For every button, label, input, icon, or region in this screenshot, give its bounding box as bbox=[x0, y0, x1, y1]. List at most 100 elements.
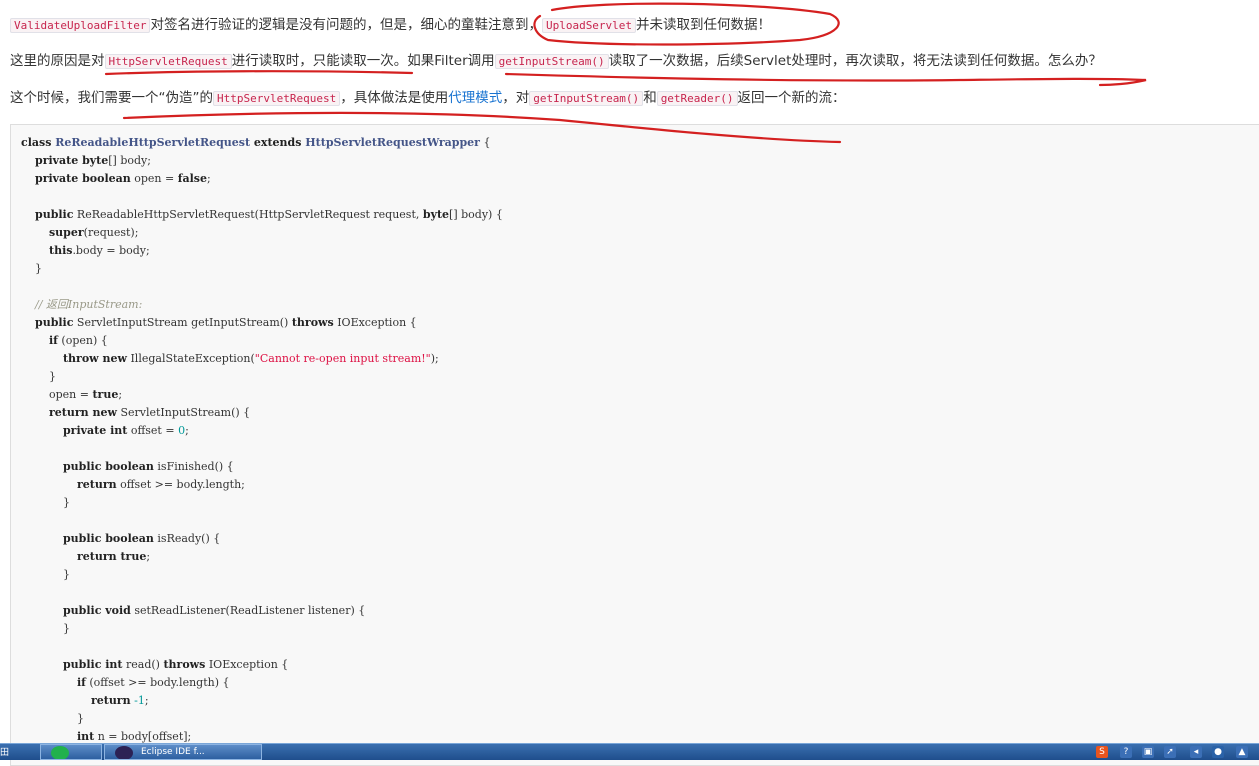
help-icon[interactable]: ? bbox=[1120, 746, 1132, 758]
inline-code: ValidateUploadFilter bbox=[10, 18, 151, 33]
code-token: super bbox=[48, 226, 84, 239]
code-token: ServletInputStream() { bbox=[116, 406, 251, 419]
code-token: isReady() { bbox=[153, 532, 221, 545]
code-token: return bbox=[76, 478, 117, 491]
start-button[interactable]: 田 bbox=[0, 745, 38, 760]
start-label: 田 bbox=[0, 748, 10, 758]
paragraph-text: 并未读取到任何数据！ bbox=[636, 17, 772, 33]
paragraph-3: 这个时候，我们需要一个“伪造”的 HttpServletRequest ，具体做法是… bbox=[10, 88, 1259, 109]
paragraph-1: ValidateUploadFilter 对签名进行验证的逻辑是没有问题的，但是，… bbox=[10, 15, 1259, 36]
code-token: ; bbox=[146, 550, 151, 563]
code-token: return new bbox=[48, 406, 117, 419]
code-token: setReadListener(ReadListener listener) { bbox=[130, 604, 366, 617]
paragraph-text: 对签名进行验证的逻辑是没有问题的，但是，细心的童鞋注意到， bbox=[150, 17, 542, 33]
code-token: ; bbox=[144, 694, 149, 707]
flag-icon[interactable]: ▲ bbox=[1236, 746, 1248, 758]
code-token: .body = body; bbox=[72, 244, 150, 257]
paragraph-text: 返回一个新的流： bbox=[737, 90, 846, 106]
iqiyi-icon bbox=[51, 746, 69, 759]
code-token: ; bbox=[206, 172, 211, 185]
code-token: true bbox=[92, 388, 119, 401]
code-token: public boolean bbox=[62, 460, 154, 473]
code-token: n = body[offset]; bbox=[94, 730, 192, 743]
paragraph-text: ，对 bbox=[502, 90, 530, 106]
code-token: if bbox=[48, 334, 58, 347]
code-token: offset >= body.length; bbox=[116, 478, 245, 491]
code-token: throws bbox=[291, 316, 334, 329]
paragraph-text: 读取了一次数据，后续Servlet处理时，再次读取，将无法读到任何数据。怎么办？ bbox=[608, 53, 1102, 69]
code-token: this bbox=[48, 244, 73, 257]
code-token: } bbox=[76, 712, 84, 725]
code-token: (request); bbox=[83, 226, 139, 239]
code-token: } bbox=[35, 262, 42, 275]
code-token: open = bbox=[48, 388, 93, 401]
code-token: offset = bbox=[127, 424, 179, 437]
annotation-underline-getinputstream-sentence bbox=[504, 72, 1147, 87]
code-token: ReReadableHttpServletRequest(HttpServlet… bbox=[73, 208, 423, 221]
code-token: [] body; bbox=[108, 154, 151, 167]
code-token: ; bbox=[185, 424, 189, 437]
inline-code: getInputStream() bbox=[494, 54, 609, 69]
code-token: byte bbox=[422, 208, 450, 221]
code-token: if bbox=[76, 676, 86, 689]
taskbar-app-eclipse[interactable]: Eclipse IDE f... bbox=[104, 744, 262, 760]
code-token: class bbox=[21, 136, 56, 149]
code-token: read() bbox=[122, 658, 164, 671]
code-token: ); bbox=[430, 352, 439, 365]
network-icon[interactable]: ▣ bbox=[1142, 746, 1154, 758]
volume-icon[interactable]: ◂ bbox=[1190, 746, 1202, 758]
code-token: } bbox=[48, 370, 56, 383]
inline-code: getReader() bbox=[656, 91, 738, 106]
code-token: public void bbox=[62, 604, 131, 617]
code-token: throws bbox=[163, 658, 206, 671]
windows-taskbar: 田 Eclipse IDE f... S ? ▣ ➚ ◂ ● ▲ bbox=[0, 743, 1259, 760]
code-token: } bbox=[62, 568, 70, 581]
code-token: public int bbox=[62, 658, 123, 671]
code-token: [] body) { bbox=[449, 208, 503, 221]
code-token: { bbox=[479, 136, 491, 149]
code-token: throw new bbox=[62, 352, 127, 365]
code-token: private int bbox=[62, 424, 128, 437]
code-token: return bbox=[90, 694, 131, 707]
shield-icon[interactable]: ● bbox=[1212, 746, 1224, 758]
taskbar-app-iqiyi[interactable] bbox=[40, 744, 102, 760]
code-token: } bbox=[62, 622, 70, 635]
code-block: class ReReadableHttpServletRequest exten… bbox=[10, 124, 1259, 766]
code-token: (offset >= body.length) { bbox=[85, 676, 230, 689]
code-token: ; bbox=[118, 388, 123, 401]
code-token: } bbox=[62, 496, 70, 509]
inline-code: HttpServletRequest bbox=[213, 91, 341, 106]
code-string: "Cannot re-open input stream!" bbox=[254, 352, 431, 365]
inline-code: HttpServletRequest bbox=[104, 54, 232, 69]
inline-code: UploadServlet bbox=[541, 18, 637, 33]
paragraph-text: 进行读取时，只能读取一次。如果Filter调用 bbox=[231, 53, 495, 69]
code-token: private boolean bbox=[35, 172, 131, 185]
code-token: HttpServletRequestWrapper bbox=[305, 136, 480, 149]
code-comment: // 返回InputStream: bbox=[35, 298, 143, 311]
code-token: open = bbox=[130, 172, 178, 185]
arrow-icon[interactable]: ➚ bbox=[1164, 746, 1176, 758]
code-token: IOException { bbox=[333, 316, 417, 329]
code-token: public boolean bbox=[62, 532, 154, 545]
code-token: isFinished() { bbox=[153, 460, 234, 473]
code-token: ServletInputStream getInputStream() bbox=[73, 316, 292, 329]
paragraph-text: 和 bbox=[643, 90, 657, 106]
eclipse-icon bbox=[115, 746, 133, 759]
code-token: int bbox=[76, 730, 95, 743]
code-token: (open) { bbox=[57, 334, 108, 347]
paragraph-text: 这个时候，我们需要一个“伪造”的 bbox=[10, 90, 213, 106]
paragraph-text: 这里的原因是对 bbox=[10, 53, 105, 69]
code-token: IllegalStateException( bbox=[126, 352, 255, 365]
code-number: -1 bbox=[130, 694, 145, 707]
inline-code: getInputStream() bbox=[529, 91, 644, 106]
paragraph-text: ，具体做法是使用 bbox=[340, 90, 449, 106]
paragraph-2: 这里的原因是对 HttpServletRequest 进行读取时，只能读取一次。如果… bbox=[10, 51, 1259, 72]
code-token: IOException { bbox=[205, 658, 289, 671]
code-token: private byte bbox=[35, 154, 109, 167]
sogou-input-icon[interactable]: S bbox=[1096, 746, 1108, 758]
code-token: public bbox=[35, 208, 74, 221]
code-number: 0 bbox=[178, 424, 186, 437]
code-token: extends bbox=[250, 136, 306, 149]
proxy-pattern-link[interactable]: 代理模式 bbox=[448, 90, 502, 106]
code-token: ReReadableHttpServletRequest bbox=[55, 136, 251, 149]
